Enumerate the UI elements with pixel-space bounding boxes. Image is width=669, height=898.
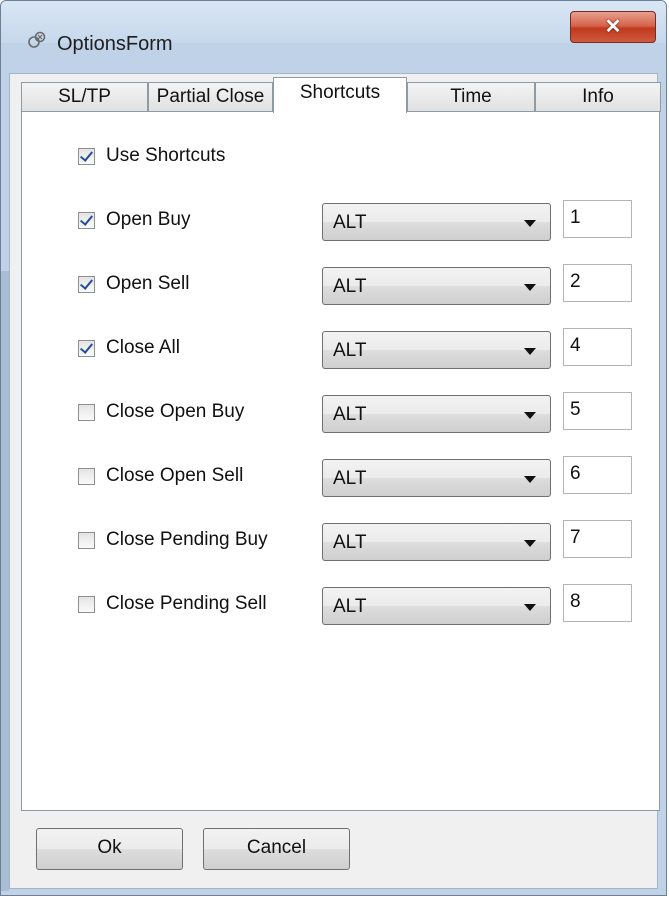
close-pending-sell-checkbox[interactable] [78, 596, 95, 613]
open-buy-modifier-select[interactable]: ALT [322, 203, 551, 241]
window-edge [1, 271, 9, 891]
close-button[interactable]: ✕ [570, 11, 656, 43]
close-pending-sell-key-input[interactable]: 8 [563, 584, 632, 622]
chevron-down-icon [524, 412, 536, 419]
open-sell-key-input[interactable]: 2 [563, 264, 632, 302]
close-pending-buy-label: Close Pending Buy [106, 529, 268, 550]
close-pending-buy-key-input[interactable]: 7 [563, 520, 632, 558]
close-pending-buy-checkbox[interactable] [78, 532, 95, 549]
close-open-buy-key-input[interactable]: 5 [563, 392, 632, 430]
close-pending-sell-key-value: 8 [570, 591, 581, 612]
use-shortcuts-label: Use Shortcuts [106, 145, 226, 166]
chevron-down-icon [524, 348, 536, 355]
close-all-modifier-value: ALT [333, 340, 367, 361]
tab-time[interactable]: Time [407, 82, 535, 112]
chevron-down-icon [524, 540, 536, 547]
close-pending-buy-modifier-select[interactable]: ALT [322, 523, 551, 561]
close-all-modifier-select[interactable]: ALT [322, 331, 551, 369]
close-open-sell-key-input[interactable]: 6 [563, 456, 632, 494]
close-pending-sell-modifier-value: ALT [333, 596, 367, 617]
close-pending-buy-modifier-value: ALT [333, 532, 367, 553]
chevron-down-icon [524, 604, 536, 611]
open-sell-key-value: 2 [570, 271, 581, 292]
window-title: OptionsForm [57, 33, 173, 55]
chevron-down-icon [524, 476, 536, 483]
close-all-label: Close All [106, 337, 180, 358]
cancel-button[interactable]: Cancel [203, 828, 350, 870]
tab-partial-close[interactable]: Partial Close [148, 82, 273, 112]
open-sell-label: Open Sell [106, 273, 190, 294]
close-all-checkbox[interactable] [78, 340, 95, 357]
close-open-buy-label: Close Open Buy [106, 401, 245, 422]
open-sell-modifier-select[interactable]: ALT [322, 267, 551, 305]
tab-sl-tp[interactable]: SL/TP [21, 82, 148, 112]
open-buy-label: Open Buy [106, 209, 191, 230]
close-open-sell-label: Close Open Sell [106, 465, 244, 486]
open-buy-modifier-value: ALT [333, 212, 367, 233]
open-buy-key-value: 1 [570, 207, 581, 228]
close-open-sell-modifier-select[interactable]: ALT [322, 459, 551, 497]
use-shortcuts-checkbox[interactable] [78, 148, 95, 165]
close-icon: ✕ [604, 16, 622, 38]
open-buy-key-input[interactable]: 1 [563, 200, 632, 238]
open-buy-checkbox[interactable] [78, 212, 95, 229]
tab-info[interactable]: Info [535, 82, 661, 112]
close-all-key-value: 4 [570, 335, 581, 356]
chevron-down-icon [524, 284, 536, 291]
close-open-buy-checkbox[interactable] [78, 404, 95, 421]
chevron-down-icon [524, 220, 536, 227]
close-pending-sell-label: Close Pending Sell [106, 593, 267, 614]
close-open-sell-key-value: 6 [570, 463, 581, 484]
close-all-key-input[interactable]: 4 [563, 328, 632, 366]
close-pending-sell-modifier-select[interactable]: ALT [322, 587, 551, 625]
close-open-sell-checkbox[interactable] [78, 468, 95, 485]
open-sell-checkbox[interactable] [78, 276, 95, 293]
app-icon [28, 31, 46, 48]
tab-strip: SL/TP Partial Close Shortcuts Time Info [21, 77, 661, 113]
close-open-buy-modifier-select[interactable]: ALT [322, 395, 551, 433]
ok-button[interactable]: Ok [36, 828, 183, 870]
close-open-buy-key-value: 5 [570, 399, 581, 420]
open-sell-modifier-value: ALT [333, 276, 367, 297]
close-open-buy-modifier-value: ALT [333, 404, 367, 425]
close-open-sell-modifier-value: ALT [333, 468, 367, 489]
close-pending-buy-key-value: 7 [570, 527, 581, 548]
tab-shortcuts[interactable]: Shortcuts [273, 77, 407, 113]
